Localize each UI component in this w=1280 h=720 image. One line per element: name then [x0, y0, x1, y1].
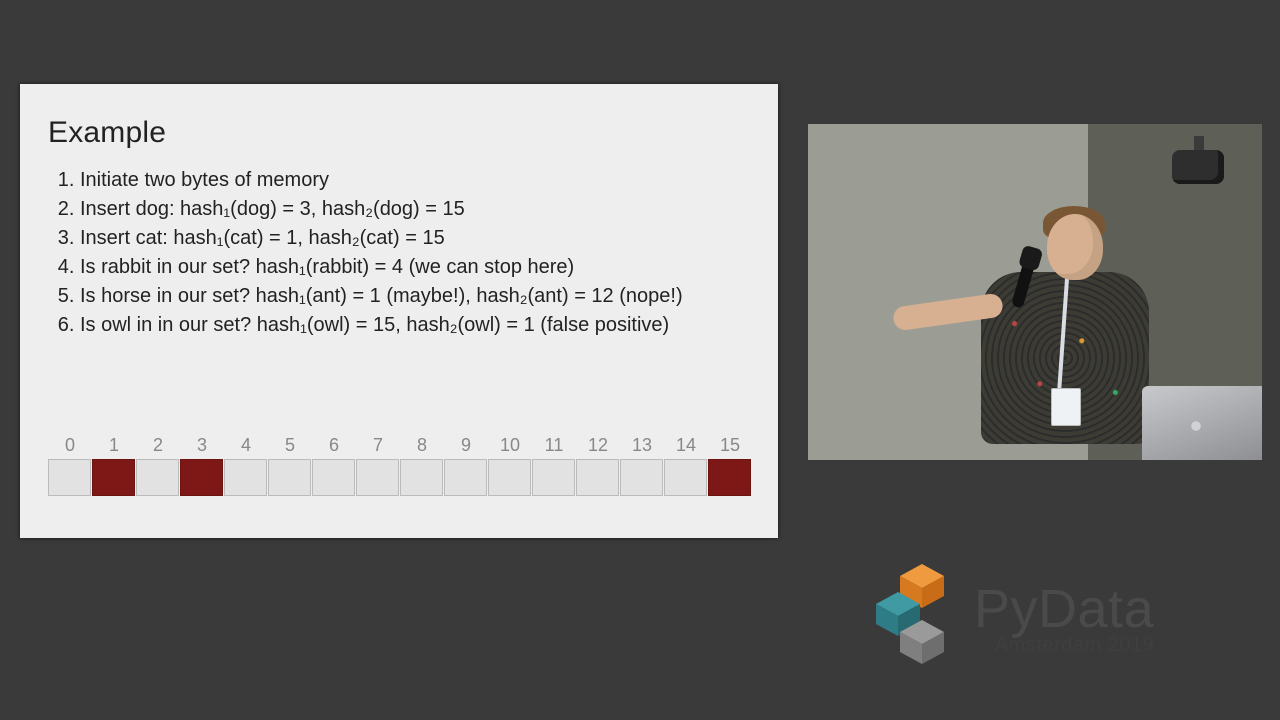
slide: Example Initiate two bytes of memory Ins… — [20, 84, 778, 538]
slide-steps: Initiate two bytes of memory Insert dog:… — [60, 166, 758, 340]
bit-cell — [312, 459, 355, 496]
bit-label: 12 — [576, 435, 620, 456]
bit-cell — [488, 459, 531, 496]
bit-cell — [400, 459, 443, 496]
bit-label: 13 — [620, 435, 664, 456]
bit-cell — [92, 459, 135, 496]
pydata-wordmark-data: Data — [1038, 579, 1154, 639]
step-6: Is owl in in our set? hash₁(owl) = 15, h… — [80, 311, 758, 340]
pydata-wordmark: PyData — [974, 582, 1154, 636]
bit-label: 0 — [48, 435, 92, 456]
bit-array — [48, 459, 752, 496]
bit-cell — [664, 459, 707, 496]
bit-label: 7 — [356, 435, 400, 456]
bit-cell — [444, 459, 487, 496]
bit-label: 1 — [92, 435, 136, 456]
pydata-subtitle: Amsterdam 2019 — [974, 634, 1154, 657]
bit-label: 9 — [444, 435, 488, 456]
pydata-wordmark-py: Py — [974, 579, 1038, 639]
speaker-video-feed — [808, 124, 1262, 460]
ceiling-camera-icon — [1172, 150, 1224, 184]
step-5: Is horse in our set? hash₁(ant) = 1 (may… — [80, 282, 758, 311]
presenter — [981, 200, 1161, 460]
bit-label: 4 — [224, 435, 268, 456]
step-2: Insert dog: hash₁(dog) = 3, hash₂(dog) =… — [80, 195, 758, 224]
bit-label: 8 — [400, 435, 444, 456]
bit-cell — [708, 459, 751, 496]
bit-cell — [356, 459, 399, 496]
bit-index-labels: 0 1 2 3 4 5 6 7 8 9 10 11 12 13 14 15 — [48, 435, 752, 456]
laptop-icon — [1142, 386, 1262, 460]
bit-cell — [532, 459, 575, 496]
bit-cell — [620, 459, 663, 496]
bit-label: 3 — [180, 435, 224, 456]
bit-cell — [48, 459, 91, 496]
bit-label: 5 — [268, 435, 312, 456]
bit-label: 2 — [136, 435, 180, 456]
bit-label: 14 — [664, 435, 708, 456]
step-1: Initiate two bytes of memory — [80, 166, 758, 195]
pydata-logo-icon — [862, 562, 962, 672]
bit-cell — [224, 459, 267, 496]
bit-cell — [268, 459, 311, 496]
step-4: Is rabbit in our set? hash₁(rabbit) = 4 … — [80, 253, 758, 282]
bit-cell — [136, 459, 179, 496]
bit-cell — [576, 459, 619, 496]
pydata-logo: PyData Amsterdam 2019 — [862, 552, 1262, 682]
bit-cell — [180, 459, 223, 496]
slide-title: Example — [48, 116, 166, 150]
bit-label: 6 — [312, 435, 356, 456]
bit-label: 11 — [532, 435, 576, 456]
bit-label: 10 — [488, 435, 532, 456]
step-3: Insert cat: hash₁(cat) = 1, hash₂(cat) =… — [80, 224, 758, 253]
bit-label: 15 — [708, 435, 752, 456]
